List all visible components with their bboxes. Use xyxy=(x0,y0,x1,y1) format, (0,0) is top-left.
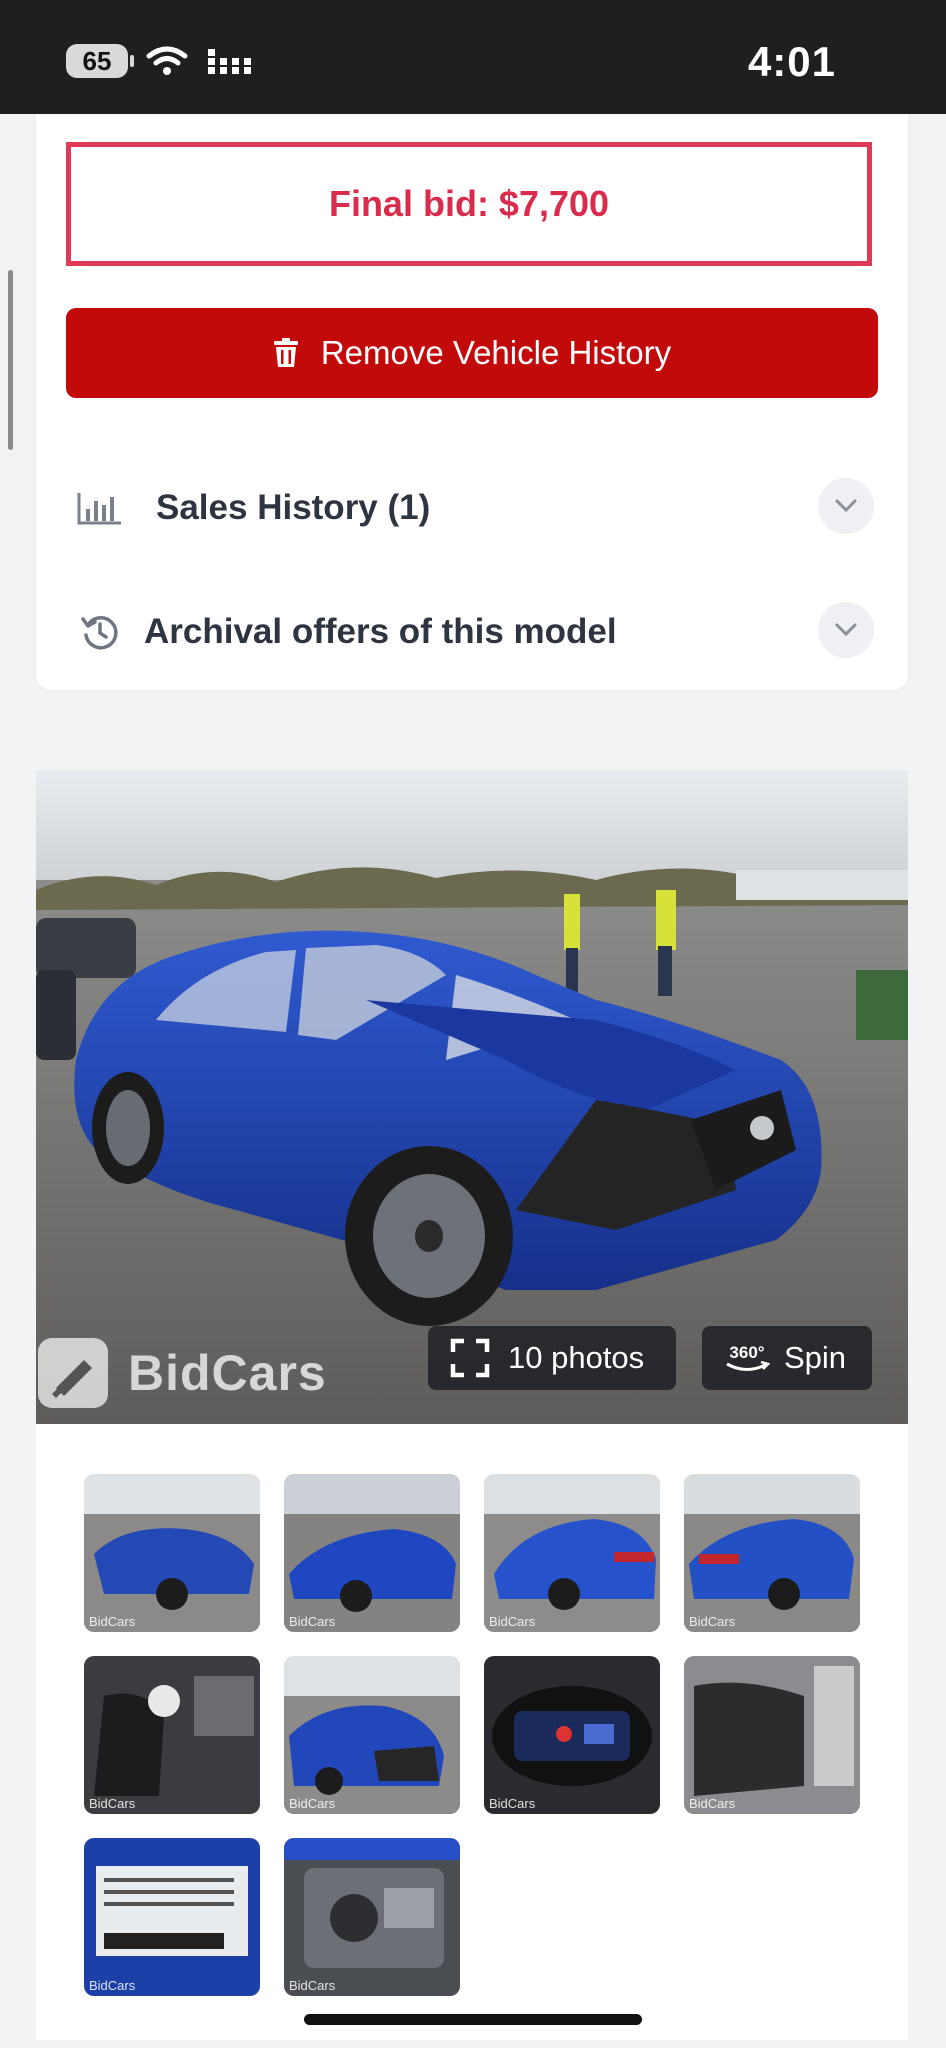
accordion-sales-history[interactable]: Sales History (1) xyxy=(66,468,878,548)
chevron-down-icon[interactable] xyxy=(818,478,874,534)
thumbnail[interactable]: BidCars xyxy=(284,1838,460,1996)
main-vehicle-photo[interactable]: BidCars 10 photos 360° Spin xyxy=(36,770,908,1424)
clock: 4:01 xyxy=(747,38,836,85)
spin-button-label: Spin xyxy=(784,1340,847,1375)
thumbnail[interactable]: BidCars xyxy=(84,1838,260,1996)
chevron-down-icon[interactable] xyxy=(818,602,874,658)
photos-button[interactable]: 10 photos xyxy=(428,1326,676,1390)
wifi-icon xyxy=(146,46,188,75)
thumbnail[interactable]: BidCars xyxy=(84,1656,260,1814)
final-bid-box: Final bid: $7,700 xyxy=(66,142,872,266)
accordion-label: Sales History (1) xyxy=(156,488,431,527)
thumbnail[interactable]: BidCars xyxy=(84,1474,260,1632)
final-bid-text: Final bid: $7,700 xyxy=(328,183,610,224)
auction-card: Final bid: $7,700 Remove Vehicle History… xyxy=(36,114,908,690)
bar-chart-icon xyxy=(76,484,124,532)
photos-button-label: 10 photos xyxy=(508,1340,645,1375)
thumbnail[interactable]: BidCars xyxy=(284,1656,460,1814)
home-indicator[interactable] xyxy=(304,2014,642,2025)
signal-icon xyxy=(208,49,251,74)
trash-icon xyxy=(273,338,298,367)
accordion-label: Archival offers of this model xyxy=(144,612,617,651)
accordion-archival-offers[interactable]: Archival offers of this model xyxy=(66,592,878,672)
remove-vehicle-history-button[interactable]: Remove Vehicle History xyxy=(66,308,878,398)
thumbnail[interactable]: BidCars xyxy=(684,1474,860,1632)
remove-button-label: Remove Vehicle History xyxy=(320,334,672,371)
spin-360-label: 360° xyxy=(729,1342,765,1362)
thumbnail[interactable]: BidCars xyxy=(284,1474,460,1632)
thumbnail[interactable]: BidCars xyxy=(484,1474,660,1632)
battery-icon: 65 xyxy=(66,44,134,78)
status-bar: 65 4:01 xyxy=(0,0,946,114)
thumbnail[interactable]: BidCars xyxy=(684,1656,860,1814)
thumbnail[interactable]: BidCars xyxy=(484,1656,660,1814)
scroll-indicator[interactable] xyxy=(8,270,13,450)
bidcars-watermark: BidCars xyxy=(36,1336,327,1410)
fullscreen-icon xyxy=(450,1338,490,1378)
spin-button[interactable]: 360° Spin xyxy=(702,1326,872,1390)
history-icon xyxy=(76,608,124,656)
bidcars-logo-icon xyxy=(38,1338,108,1408)
photo-gallery-card: BidCars 10 photos 360° Spin BidCars BidC… xyxy=(36,770,908,2040)
spin-360-icon: 360° xyxy=(724,1344,770,1373)
